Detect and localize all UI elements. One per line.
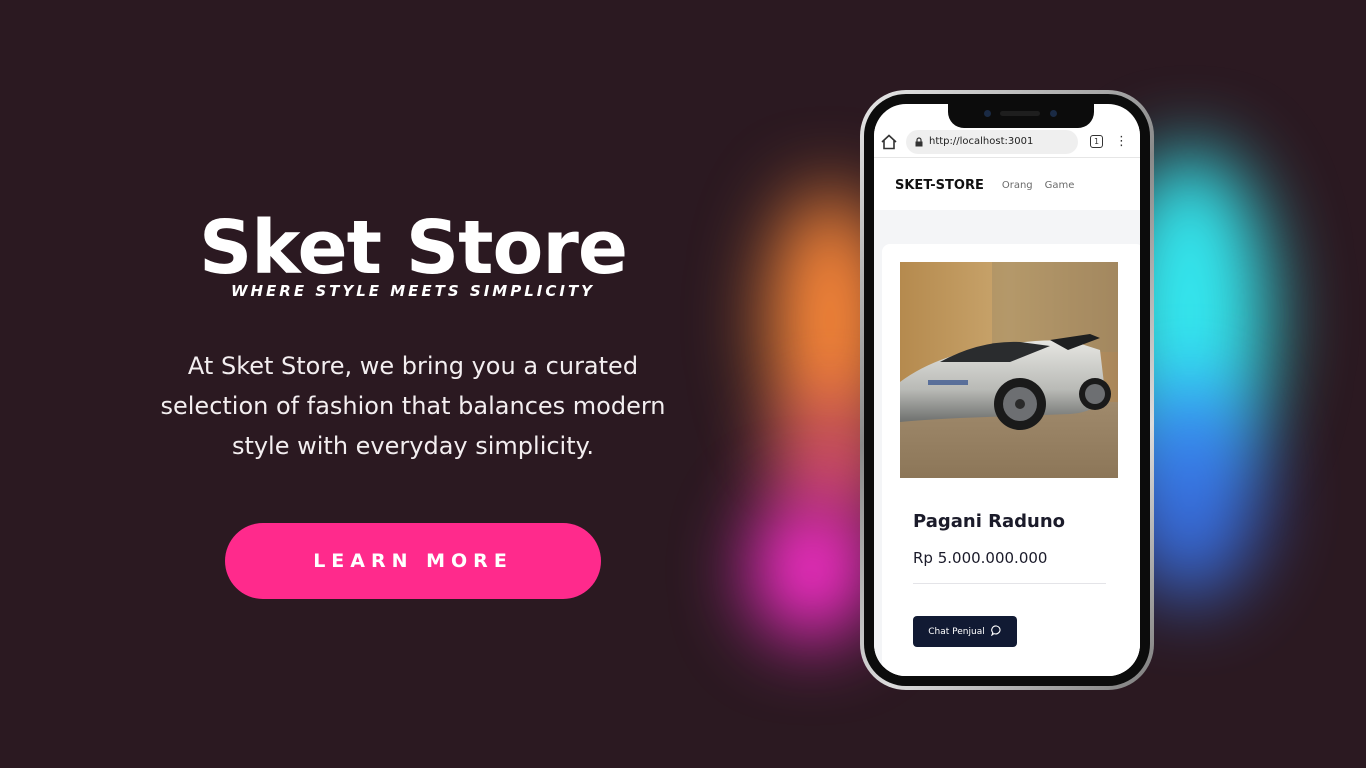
phone-bezel: http://localhost:3001 1 ⋮ SKET-STORE Ora…	[864, 94, 1150, 686]
hero-description: At Sket Store, we bring you a curated se…	[160, 352, 666, 460]
phone-mockup: http://localhost:3001 1 ⋮ SKET-STORE Ora…	[860, 90, 1154, 690]
product-price: Rp 5.000.000.000	[913, 549, 1048, 567]
chat-seller-button[interactable]: Chat Penjual	[913, 616, 1017, 647]
site-navbar: SKET-STORE Orang Game	[874, 162, 1140, 208]
camera-icon	[984, 110, 991, 117]
more-vert-icon[interactable]: ⋮	[1115, 135, 1128, 148]
phone-notch	[948, 104, 1094, 128]
url-text: http://localhost:3001	[929, 136, 1034, 147]
sensor-icon	[1050, 110, 1057, 117]
site-logo[interactable]: SKET-STORE	[895, 178, 984, 193]
product-image[interactable]	[900, 262, 1118, 478]
phone-screen: http://localhost:3001 1 ⋮ SKET-STORE Ora…	[874, 104, 1140, 676]
product-name[interactable]: Pagani Raduno	[913, 511, 1065, 532]
card-divider	[913, 583, 1106, 584]
nav-link-game[interactable]: Game	[1045, 180, 1075, 191]
home-icon[interactable]	[880, 133, 898, 151]
browser-toolbar: http://localhost:3001 1 ⋮	[874, 126, 1140, 158]
nav-link-orang[interactable]: Orang	[1002, 180, 1033, 191]
glow-magenta	[752, 500, 872, 640]
chat-button-label: Chat Penjual	[928, 626, 985, 637]
lock-icon	[914, 136, 924, 147]
speaker-grille	[1000, 111, 1040, 116]
address-bar[interactable]: http://localhost:3001	[906, 129, 1078, 154]
learn-more-button[interactable]: LEARN MORE	[225, 523, 601, 599]
chat-bubble-icon	[990, 624, 1002, 639]
product-card: Pagani Raduno Rp 5.000.000.000 Chat Penj…	[882, 244, 1140, 676]
hero-section: Sket Store WHERE STYLE MEETS SIMPLICITY …	[120, 200, 706, 466]
tabs-icon[interactable]: 1	[1090, 135, 1103, 148]
